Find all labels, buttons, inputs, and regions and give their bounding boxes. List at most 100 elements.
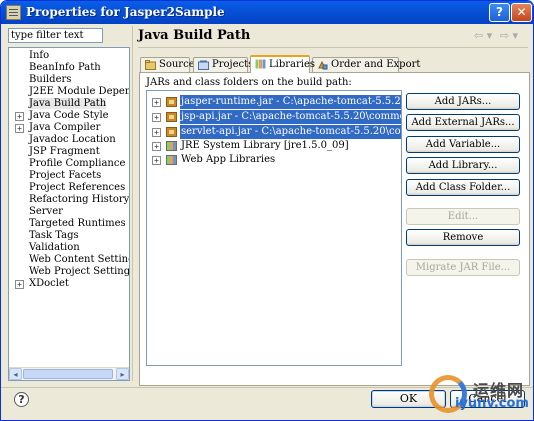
tree-item-label: Refactoring History [29,194,130,205]
property-tree: Info BeanInfo Path Builders J2EE Module Dep… [8,47,130,381]
tree-item-label: Java Build Path [29,98,107,109]
build-path-entry-label: jsp-api.jar - C:\apache-tomcat-5.5.20\co… [180,110,401,124]
build-path-entry[interactable]: + jsp-api.jar - C:\apache-tomcat-5.5.20\c… [147,110,401,124]
tab-projects[interactable]: Projects [193,57,253,72]
scroll-left-arrow-icon[interactable]: ◂ [9,368,22,380]
tree-item-label: J2EE Module Dependenc [29,86,129,97]
build-path-entry[interactable]: + servlet-api.jar - C:\apache-tomcat-5.5.… [147,125,401,139]
tree-item-label: Web Content Settings [29,254,130,265]
window-title: Properties for Jasper2Sample [26,5,225,19]
tree-item[interactable]: JSP Fragment [9,146,129,158]
tree-item[interactable]: + Java Code Style [9,110,129,122]
remove-button[interactable]: Remove [406,229,520,246]
build-path-entry[interactable]: + jasper-runtime.jar - C:\apache-tomcat-5… [147,95,401,109]
build-path-entry[interactable]: + Web App Libraries [147,153,401,167]
add-external-jars-button[interactable]: Add External JARs... [406,114,520,131]
build-path-list[interactable]: + jasper-runtime.jar - C:\apache-tomcat-5… [146,90,402,366]
forward-arrow-icon[interactable]: ⇨ ▾ [500,29,518,42]
expand-icon[interactable]: + [152,113,161,122]
jar-icon [166,97,177,107]
add-jars-button[interactable]: Add JARs... [406,93,520,110]
help-title-button[interactable]: ? [489,3,510,22]
tree-item-label: Web Project Settings [29,266,130,277]
tree-item[interactable]: Javadoc Location [9,134,129,146]
tab-libraries[interactable]: Libraries [250,55,315,73]
tree-item[interactable]: + Java Compiler [9,122,129,134]
tree-item[interactable]: + XDoclet [9,278,129,290]
tab-order-and-export-label: Order and Export [331,59,421,70]
tree-item[interactable]: Refactoring History [9,194,129,206]
help-icon[interactable]: ? [14,392,29,407]
tree-item-label: Java Compiler [29,122,101,133]
title-divider [138,47,528,48]
back-arrow-icon[interactable]: ⇦ ▾ [474,29,492,42]
tree-item-label: Server [29,206,63,217]
tree-item-label: Info [29,50,50,61]
tree-item[interactable]: Targeted Runtimes [9,218,129,230]
tree-item[interactable]: Server [9,206,129,218]
build-path-entry-label: Web App Libraries [181,154,276,165]
jar-icon [166,112,177,122]
tree-item[interactable]: J2EE Module Dependenc [9,86,129,98]
tree-item[interactable]: BeanInfo Path [9,62,129,74]
properties-dialog: Properties for Jasper2Sample ? ✕ InfoBea… [0,0,534,421]
libraries-icon [255,59,266,69]
tree-item[interactable]: Validation [9,242,129,254]
source-folder-icon [145,60,156,70]
edit-button[interactable]: Edit... [406,208,520,225]
tree-item-label: BeanInfo Path [29,62,101,73]
scroll-right-arrow-icon[interactable]: ▸ [116,368,129,380]
tab-source[interactable]: Source [140,57,195,72]
expand-icon[interactable]: + [152,98,161,107]
add-class-folder-button[interactable]: Add Class Folder... [406,179,520,196]
tree-item[interactable]: Project References [9,182,129,194]
classpath-section-label: JARs and class folders on the build path… [146,77,352,88]
build-path-entry[interactable]: + JRE System Library [jre1.5.0_09] [147,139,401,153]
add-variable-button[interactable]: Add Variable... [406,136,520,153]
tree-item[interactable]: Web Project Settings [9,266,129,278]
tab-libraries-label: Libraries [269,59,316,70]
close-button[interactable]: ✕ [511,3,532,22]
tree-item-label: Project References [29,182,126,193]
tree-item-label: Javadoc Location [29,134,116,145]
tree-item[interactable]: Builders [9,74,129,86]
build-path-entry-label: servlet-api.jar - C:\apache-tomcat-5.5.2… [180,125,401,139]
tree-item-label: Validation [29,242,80,253]
tree-item[interactable]: Profile Compliance and V [9,158,129,170]
expand-icon[interactable]: + [15,124,24,133]
tree-item[interactable]: Project Facets [9,170,129,182]
expand-icon[interactable]: + [152,128,161,137]
projects-icon [198,60,209,70]
jar-icon [166,127,177,137]
tree-item[interactable]: Web Content Settings [9,254,129,266]
tree-item[interactable]: Java Build Path [9,98,129,110]
expand-icon[interactable]: + [152,142,161,151]
page-title: Java Build Path [138,28,251,43]
panel-splitter[interactable] [132,26,133,381]
expand-icon[interactable]: + [15,112,24,121]
window-icon [6,5,21,20]
expand-icon[interactable]: + [152,156,161,165]
tree-item-label: Builders [29,74,72,85]
title-bar[interactable]: Properties for Jasper2Sample ? ✕ [1,1,533,24]
build-path-entry-label: jasper-runtime.jar - C:\apache-tomcat-5.… [180,95,401,109]
tree-horizontal-scrollbar[interactable]: ◂ ▸ [9,367,129,380]
tree-item-label: XDoclet [29,278,69,289]
tree-item-label: Targeted Runtimes [29,218,126,229]
tree-item[interactable]: Info [9,50,129,62]
filter-input[interactable] [8,28,103,43]
tree-item-label: Task Tags [29,230,79,241]
library-icon [166,141,177,151]
watermark-url: iyunv.com [455,396,529,411]
migrate-jar-button[interactable]: Migrate JAR File... [406,259,520,276]
order-export-icon [318,60,328,70]
library-icon [166,155,177,165]
tab-source-label: Source [159,59,195,70]
expand-icon[interactable]: + [15,280,24,289]
tab-order-and-export[interactable]: Order and Export [312,57,420,72]
watermark-logo: 运维网 iyunv.com [425,373,533,417]
tree-item-label: Java Code Style [29,110,109,121]
scroll-thumb[interactable] [23,369,113,379]
add-library-button[interactable]: Add Library... [406,157,520,174]
tree-item[interactable]: Task Tags [9,230,129,242]
